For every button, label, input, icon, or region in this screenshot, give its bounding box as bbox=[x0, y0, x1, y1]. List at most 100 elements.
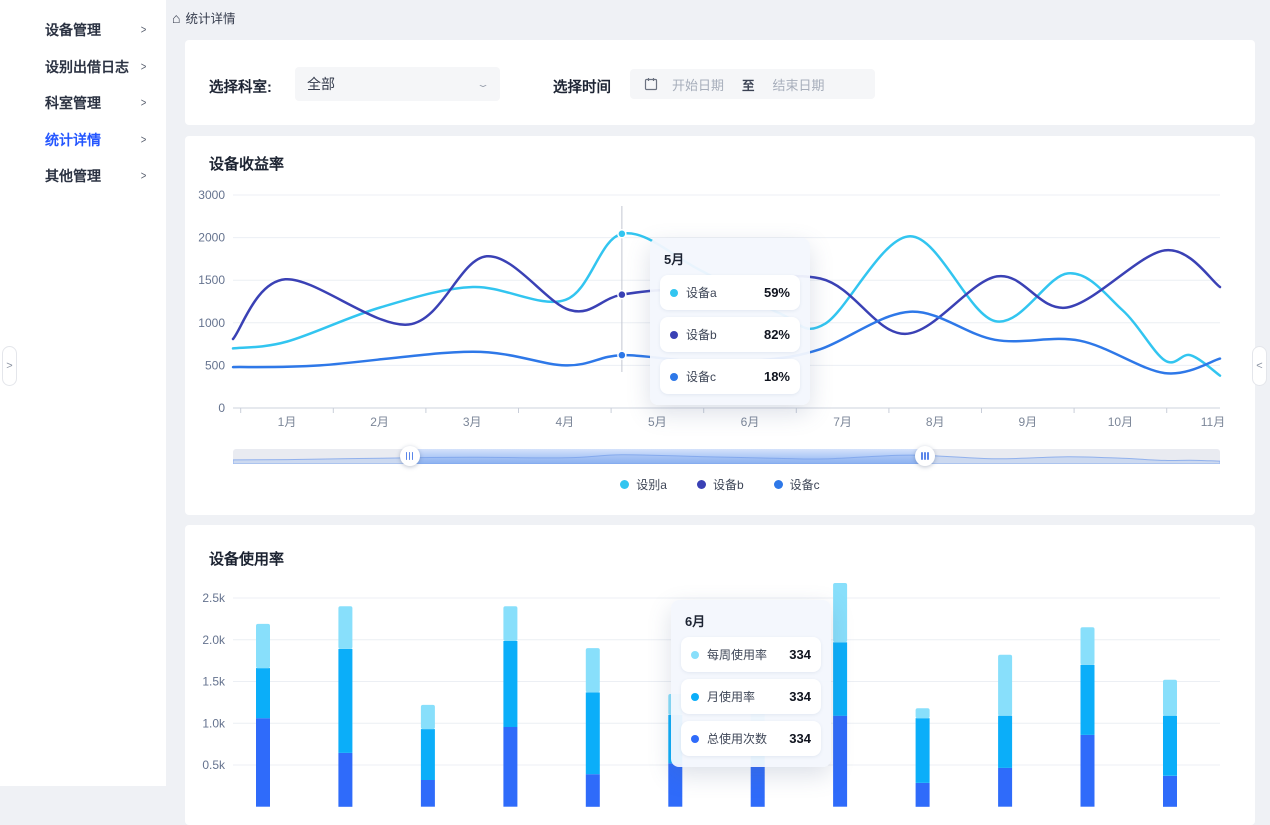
home-icon: ⌂ bbox=[172, 11, 180, 25]
usage-chart-card: 设备使用率 0.5k1.0k1.5k2.0k2.5k 6月 每周使用率 334 … bbox=[185, 525, 1255, 825]
legend-item[interactable]: 设备b bbox=[697, 476, 744, 493]
svg-text:2000: 2000 bbox=[198, 231, 225, 245]
tooltip-series-name: 设备c bbox=[686, 368, 716, 385]
svg-text:11月: 11月 bbox=[1201, 415, 1225, 429]
tooltip-row: 设备c 18% bbox=[660, 359, 800, 394]
series-color-dot bbox=[691, 735, 699, 743]
sidebar-item-label: 科室管理 bbox=[45, 93, 101, 113]
datazoom-slider[interactable] bbox=[233, 449, 1220, 464]
tooltip-row: 月使用率 334 bbox=[681, 679, 821, 714]
sidebar-item-device-management[interactable]: 设备管理 > bbox=[0, 12, 166, 49]
tooltip-series-value: 59% bbox=[764, 285, 790, 300]
revenue-chart-tooltip: 5月 设备a 59% 设备b 82% 设备c 18% bbox=[650, 238, 810, 405]
usage-chart-tooltip: 6月 每周使用率 334 月使用率 334 总使用次数 334 bbox=[671, 600, 831, 767]
tooltip-series-name: 总使用次数 bbox=[707, 730, 767, 747]
svg-text:4月: 4月 bbox=[555, 415, 574, 429]
tooltip-series-name: 月使用率 bbox=[707, 688, 755, 705]
svg-text:3000: 3000 bbox=[198, 188, 225, 202]
tooltip-title: 5月 bbox=[664, 249, 800, 268]
breadcrumb[interactable]: ⌂ 统计详情 bbox=[172, 8, 235, 27]
tooltip-row: 设备a 59% bbox=[660, 275, 800, 310]
department-select-value: 全部 bbox=[307, 74, 335, 94]
date-range-to-label: 至 bbox=[742, 75, 755, 94]
series-color-dot bbox=[670, 331, 678, 339]
svg-text:2.5k: 2.5k bbox=[202, 591, 226, 605]
chevron-right-icon: > bbox=[6, 360, 12, 372]
svg-text:9月: 9月 bbox=[1018, 415, 1037, 429]
legend-label: 设备c bbox=[790, 476, 820, 493]
legend-label: 设别a bbox=[636, 476, 667, 493]
svg-text:5月: 5月 bbox=[648, 415, 667, 429]
legend-item[interactable]: 设别a bbox=[620, 476, 667, 493]
svg-text:1.0k: 1.0k bbox=[202, 716, 226, 730]
series-color-dot bbox=[691, 693, 699, 701]
tooltip-row: 每周使用率 334 bbox=[681, 637, 821, 672]
revenue-chart-card: 设备收益率 050010001500200030001月2月3月4月5月6月7月… bbox=[185, 136, 1255, 515]
svg-text:7月: 7月 bbox=[833, 415, 852, 429]
svg-text:1500: 1500 bbox=[198, 273, 225, 287]
tooltip-title: 6月 bbox=[685, 611, 821, 630]
svg-text:0: 0 bbox=[218, 401, 225, 415]
svg-text:1000: 1000 bbox=[198, 316, 225, 330]
svg-text:1月: 1月 bbox=[278, 415, 297, 429]
chevron-right-icon: > bbox=[141, 59, 147, 73]
svg-text:8月: 8月 bbox=[926, 415, 945, 429]
series-color-dot bbox=[670, 373, 678, 381]
svg-text:2月: 2月 bbox=[370, 415, 389, 429]
legend-color-dot bbox=[620, 480, 629, 489]
sidebar-item-other-management[interactable]: 其他管理 > bbox=[0, 158, 166, 195]
sidebar-item-label: 设别出借日志 bbox=[45, 57, 129, 77]
sidebar-item-label: 设备管理 bbox=[45, 20, 101, 40]
svg-text:3月: 3月 bbox=[463, 415, 482, 429]
chevron-right-icon: > bbox=[141, 23, 147, 37]
date-range-picker[interactable]: 开始日期 至 结束日期 bbox=[630, 69, 875, 99]
tooltip-series-name: 设备a bbox=[686, 284, 717, 301]
start-date-input[interactable]: 开始日期 bbox=[672, 75, 724, 94]
sidebar-item-statistics-detail[interactable]: 统计详情> bbox=[0, 122, 166, 159]
series-color-dot bbox=[670, 289, 678, 297]
legend-item[interactable]: 设备c bbox=[774, 476, 820, 493]
legend-color-dot bbox=[774, 480, 783, 489]
datazoom-preview-wave bbox=[233, 449, 1220, 464]
chevron-right-icon: > bbox=[141, 132, 147, 146]
tooltip-series-value: 18% bbox=[764, 369, 790, 384]
left-panel-toggle-button[interactable]: > bbox=[2, 346, 17, 386]
svg-text:500: 500 bbox=[205, 358, 225, 372]
end-date-input[interactable]: 结束日期 bbox=[773, 75, 825, 94]
sidebar-item-device-lend-log[interactable]: 设别出借日志 > bbox=[0, 49, 166, 86]
tooltip-series-value: 82% bbox=[764, 327, 790, 342]
department-filter-label: 选择科室: bbox=[209, 76, 272, 97]
datazoom-left-handle[interactable] bbox=[400, 446, 420, 466]
filter-card: 选择科室: 全部 ⌄ 选择时间 开始日期 至 结束日期 bbox=[185, 40, 1255, 125]
department-select[interactable]: 全部 ⌄ bbox=[295, 67, 500, 101]
svg-text:2.0k: 2.0k bbox=[202, 633, 226, 647]
tooltip-row: 设备b 82% bbox=[660, 317, 800, 352]
chevron-right-icon: > bbox=[141, 96, 147, 110]
svg-text:0.5k: 0.5k bbox=[202, 758, 226, 772]
datazoom-right-handle[interactable] bbox=[915, 446, 935, 466]
svg-text:6月: 6月 bbox=[741, 415, 760, 429]
revenue-chart-legend: 设别a 设备b 设备c bbox=[185, 476, 1255, 493]
svg-text:10月: 10月 bbox=[1108, 415, 1133, 429]
sidebar: 设备管理>设别出借日志>科室管理>统计详情>其他管理> bbox=[0, 0, 166, 786]
time-filter-label: 选择时间 bbox=[553, 76, 611, 97]
series-color-dot bbox=[691, 651, 699, 659]
tooltip-series-name: 每周使用率 bbox=[707, 646, 767, 663]
chevron-down-icon: ⌄ bbox=[476, 79, 490, 89]
tooltip-series-name: 设备b bbox=[686, 326, 717, 343]
legend-label: 设备b bbox=[713, 476, 744, 493]
tooltip-series-value: 334 bbox=[789, 689, 811, 704]
sidebar-item-label: 其他管理 bbox=[45, 166, 101, 186]
chevron-right-icon: > bbox=[141, 169, 147, 183]
breadcrumb-label: 统计详情 bbox=[185, 8, 235, 27]
tooltip-series-value: 334 bbox=[789, 647, 811, 662]
chevron-left-icon: < bbox=[1256, 360, 1262, 372]
tooltip-row: 总使用次数 334 bbox=[681, 721, 821, 756]
legend-color-dot bbox=[697, 480, 706, 489]
svg-text:1.5k: 1.5k bbox=[202, 675, 226, 689]
right-panel-toggle-button[interactable]: < bbox=[1252, 346, 1267, 386]
sidebar-item-department-management[interactable]: 科室管理 > bbox=[0, 85, 166, 122]
sidebar-menu: 设备管理>设别出借日志>科室管理>统计详情>其他管理> bbox=[0, 0, 166, 195]
tooltip-series-value: 334 bbox=[789, 731, 811, 746]
calendar-icon bbox=[644, 77, 658, 91]
